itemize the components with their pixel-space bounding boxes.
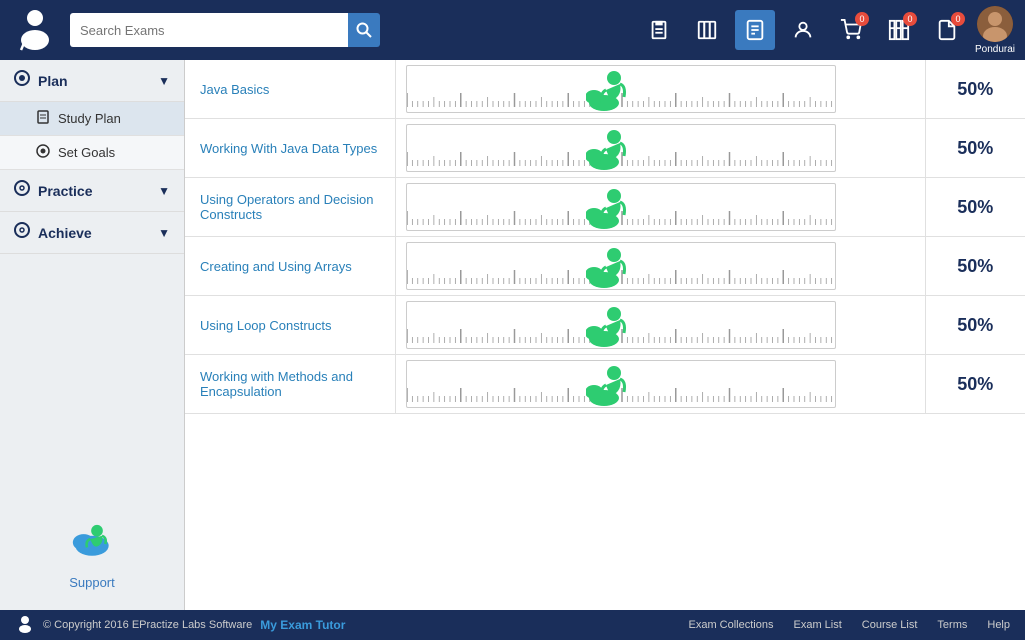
footer-link-exam-collections[interactable]: Exam Collections <box>689 619 774 631</box>
table-row: Using Operators and Decision Constructs … <box>185 178 1025 237</box>
footer-copyright: © Copyright 2016 EPractize Labs Software <box>43 619 252 631</box>
footer-logo-icon <box>15 613 35 638</box>
progress-cell <box>395 178 925 237</box>
search-button[interactable] <box>348 13 380 47</box>
content-area: Java Basics 50%Working With Java Data Ty… <box>185 60 1025 610</box>
username-label: Pondurai <box>975 44 1015 55</box>
shelves-icon-btn[interactable]: 0 <box>879 10 919 50</box>
footer-link-help[interactable]: Help <box>987 619 1010 631</box>
footer-right: Exam Collections Exam List Course List Term… <box>689 619 1011 631</box>
main-layout: Plan ▼ Study Plan Set Goals Practice ▼ <box>0 60 1025 610</box>
topics-table: Java Basics 50%Working With Java Data Ty… <box>185 60 1025 414</box>
footer-link-exam-list[interactable]: Exam List <box>793 619 841 631</box>
progress-cell <box>395 355 925 414</box>
book-icon-btn[interactable] <box>687 10 727 50</box>
topic-cell[interactable]: Creating and Using Arrays <box>185 237 395 296</box>
sidebar: Plan ▼ Study Plan Set Goals Practice ▼ <box>0 60 185 610</box>
sidebar-item-study-plan[interactable]: Study Plan <box>0 102 184 136</box>
footer-brand: My Exam Tutor <box>260 618 345 632</box>
plan-icon <box>14 70 30 91</box>
sidebar-item-set-goals[interactable]: Set Goals <box>0 136 184 170</box>
topic-cell[interactable]: Using Loop Constructs <box>185 296 395 355</box>
achieve-chevron: ▼ <box>158 226 170 240</box>
search-input[interactable] <box>70 13 348 47</box>
logo <box>10 5 60 55</box>
support-label: Support <box>69 575 115 590</box>
cart-badge: 0 <box>855 12 869 26</box>
user-icon-btn[interactable] <box>783 10 823 50</box>
progress-cell <box>395 296 925 355</box>
cart-icon-btn[interactable]: 0 <box>831 10 871 50</box>
file-badge: 0 <box>951 12 965 26</box>
plan-chevron: ▼ <box>158 74 170 88</box>
clipboard-icon-btn[interactable] <box>639 10 679 50</box>
shelves-badge: 0 <box>903 12 917 26</box>
sidebar-item-practice[interactable]: Practice ▼ <box>0 170 184 212</box>
header: 0 0 0 <box>0 0 1025 60</box>
file-icon-btn[interactable]: 0 <box>927 10 967 50</box>
topic-cell[interactable]: Working With Java Data Types <box>185 119 395 178</box>
sidebar-item-achieve[interactable]: Achieve ▼ <box>0 212 184 254</box>
avatar <box>977 6 1013 42</box>
footer-left: © Copyright 2016 EPractize Labs Software… <box>15 613 689 638</box>
topic-cell[interactable]: Java Basics <box>185 60 395 119</box>
user-area[interactable]: Pondurai <box>975 6 1015 55</box>
achieve-icon <box>14 222 30 243</box>
footer: © Copyright 2016 EPractize Labs Software… <box>0 610 1025 640</box>
score-cell: 50% <box>925 296 1025 355</box>
support-area[interactable]: Support <box>0 492 184 610</box>
score-cell: 50% <box>925 119 1025 178</box>
footer-link-course-list[interactable]: Course List <box>862 619 918 631</box>
footer-link-terms[interactable]: Terms <box>937 619 967 631</box>
sidebar-item-plan[interactable]: Plan ▼ <box>0 60 184 102</box>
achieve-label: Achieve <box>38 225 92 241</box>
table-row: Using Loop Constructs 50% <box>185 296 1025 355</box>
progress-cell <box>395 237 925 296</box>
set-goals-icon <box>36 144 50 161</box>
practice-chevron: ▼ <box>158 184 170 198</box>
score-cell: 50% <box>925 178 1025 237</box>
progress-cell <box>395 60 925 119</box>
topic-cell[interactable]: Using Operators and Decision Constructs <box>185 178 395 237</box>
practice-icon <box>14 180 30 201</box>
plan-label: Plan <box>38 73 68 89</box>
score-cell: 50% <box>925 237 1025 296</box>
study-plan-label: Study Plan <box>58 111 121 126</box>
header-icons: 0 0 0 <box>639 6 1015 55</box>
table-row: Creating and Using Arrays 50% <box>185 237 1025 296</box>
practice-label: Practice <box>38 183 92 199</box>
table-row: Java Basics 50% <box>185 60 1025 119</box>
table-row: Working with Methods and Encapsulation 5… <box>185 355 1025 414</box>
study-plan-icon <box>36 110 50 127</box>
topic-cell[interactable]: Working with Methods and Encapsulation <box>185 355 395 414</box>
search-container <box>70 13 380 47</box>
score-cell: 50% <box>925 355 1025 414</box>
support-icon <box>67 512 117 571</box>
score-cell: 50% <box>925 60 1025 119</box>
table-row: Working With Java Data Types 50% <box>185 119 1025 178</box>
set-goals-label: Set Goals <box>58 145 115 160</box>
progress-cell <box>395 119 925 178</box>
document-icon-btn[interactable] <box>735 10 775 50</box>
